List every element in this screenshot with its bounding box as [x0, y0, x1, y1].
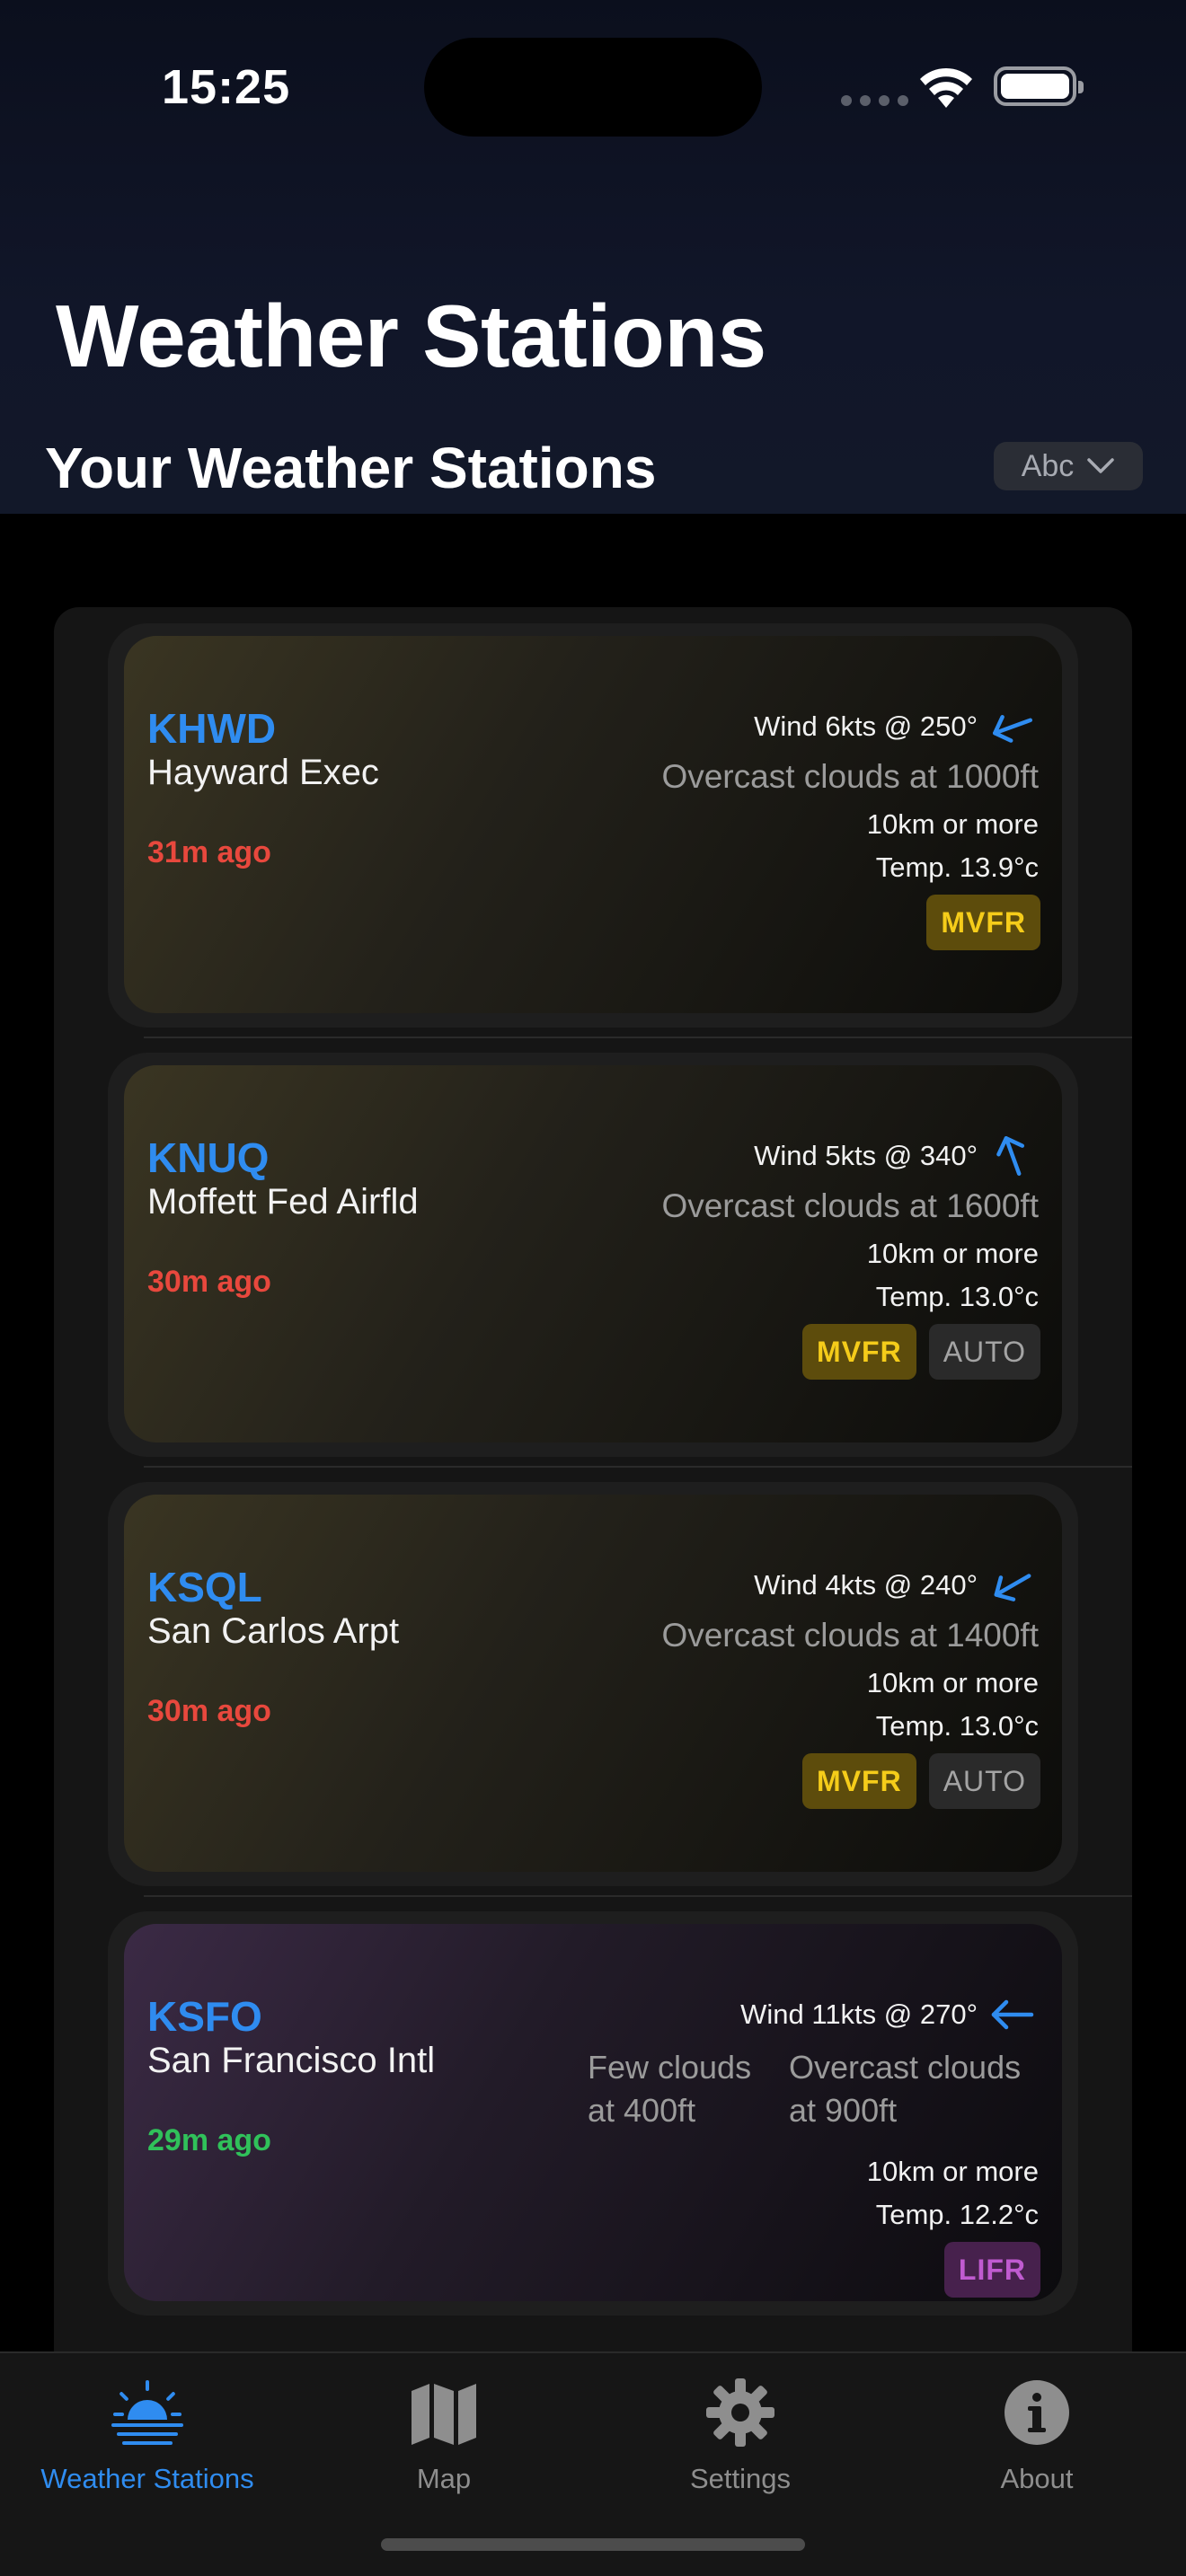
separator — [144, 1037, 1132, 1038]
home-indicator — [381, 2538, 805, 2551]
auto-badge: AUTO — [928, 1324, 1040, 1380]
separator — [144, 1466, 1132, 1468]
temperature: Temp. 12.2°c — [875, 2199, 1039, 2230]
visibility: 10km or more — [866, 1667, 1039, 1698]
tab-settings[interactable]: Settings — [606, 2375, 875, 2495]
separator — [144, 1895, 1132, 1897]
station-card-knuq[interactable]: KNUQ Moffett Fed Airfld 30m ago Wind 5kt… — [108, 1053, 1078, 1457]
wind-direction-arrow-icon — [994, 1574, 1031, 1601]
wind-info: Wind 5kts @ 340° — [754, 1134, 1035, 1178]
header: 15:25 Weather Stations Your Weather Stat… — [0, 0, 1186, 514]
cloud-layer: Overcast clouds at 1600ft — [661, 1187, 1039, 1224]
tab-label: About — [1000, 2463, 1074, 2494]
station-card-ksql[interactable]: KSQL San Carlos Arpt 30m ago Wind 4kts @… — [108, 1482, 1078, 1886]
wind-text: Wind 5kts @ 340° — [754, 1140, 978, 1171]
wind-direction-arrow-icon — [996, 1136, 1025, 1176]
observation-age: 30m ago — [147, 1694, 271, 1728]
gear-icon — [706, 2378, 774, 2447]
visibility: 10km or more — [866, 808, 1039, 840]
flight-category-badge: MVFR — [926, 895, 1040, 950]
station-name: San Francisco Intl — [147, 2041, 436, 2080]
station-card-inner: KSQL San Carlos Arpt 30m ago Wind 4kts @… — [124, 1495, 1062, 1872]
station-code: KHWD — [147, 705, 277, 752]
observation-age: 31m ago — [147, 835, 271, 869]
tab-label: Weather Stations — [40, 2463, 254, 2494]
cloud-layer: Overcast clouds at 1400ft — [661, 1617, 1039, 1654]
auto-badge: AUTO — [928, 1753, 1040, 1809]
station-code: KNUQ — [147, 1134, 270, 1181]
wind-text: Wind 6kts @ 250° — [754, 710, 978, 742]
station-name: Hayward Exec — [147, 753, 379, 792]
cloud-layer: Overcast clouds at 900ft — [789, 2049, 1022, 2129]
sort-button[interactable]: Abc — [994, 442, 1143, 490]
badges: MVFR — [926, 895, 1040, 950]
map-icon — [412, 2384, 476, 2445]
observation-age: 30m ago — [147, 1265, 271, 1299]
temperature: Temp. 13.0°c — [875, 1710, 1039, 1742]
station-card-khwd[interactable]: KHWD Hayward Exec 31m ago Wind 6kts @ 25… — [108, 623, 1078, 1028]
wifi-icon — [920, 67, 972, 108]
chevron-down-icon — [1087, 458, 1115, 473]
tab-label: Settings — [689, 2463, 791, 2494]
visibility: 10km or more — [866, 1238, 1039, 1269]
badges: MVFR AUTO — [802, 1753, 1040, 1809]
station-card-inner: KNUQ Moffett Fed Airfld 30m ago Wind 5kt… — [124, 1065, 1062, 1442]
sunrise-icon — [111, 2380, 183, 2445]
sort-label: Abc — [1021, 448, 1075, 483]
section-title: Your Weather Stations — [45, 436, 657, 500]
info-icon — [1005, 2380, 1069, 2445]
station-code: KSQL — [147, 1564, 262, 1610]
page-title: Weather Stations — [56, 287, 766, 385]
observation-age: 29m ago — [147, 2123, 271, 2157]
cloud-layer: Overcast clouds at 1000ft — [661, 758, 1039, 795]
wind-direction-arrow-icon — [991, 1999, 1034, 2030]
cellular-signal-icon — [841, 95, 908, 106]
wind-text: Wind 4kts @ 240° — [754, 1569, 978, 1601]
station-card-inner: KHWD Hayward Exec 31m ago Wind 6kts @ 25… — [124, 636, 1062, 1013]
station-name: San Carlos Arpt — [147, 1611, 400, 1651]
tab-label: Map — [416, 2463, 472, 2494]
tab-about[interactable]: About — [902, 2375, 1172, 2495]
status-time: 15:25 — [162, 60, 291, 114]
cloud-layers: Few clouds at 400ft Overcast clouds at 9… — [588, 2046, 1031, 2132]
wind-info: Wind 4kts @ 240° — [754, 1563, 1035, 1608]
temperature: Temp. 13.9°c — [875, 851, 1039, 883]
station-card-inner: KSFO San Francisco Intl 29m ago Wind 11k… — [124, 1924, 1062, 2301]
flight-category-badge: LIFR — [943, 2242, 1040, 2298]
station-code: KSFO — [147, 1993, 262, 2040]
flight-category-badge: MVFR — [802, 1324, 916, 1380]
temperature: Temp. 13.0°c — [875, 1281, 1039, 1312]
wind-direction-arrow-icon — [993, 714, 1032, 743]
station-card-ksfo[interactable]: KSFO San Francisco Intl 29m ago Wind 11k… — [108, 1911, 1078, 2316]
cloud-layer: Few clouds at 400ft — [588, 2049, 752, 2129]
battery-icon — [994, 66, 1084, 106]
station-name: Moffett Fed Airfld — [147, 1182, 419, 1222]
dynamic-island — [424, 38, 762, 137]
tab-weather-stations[interactable]: Weather Stations — [13, 2375, 282, 2495]
badges: LIFR — [943, 2242, 1040, 2298]
wind-info: Wind 11kts @ 270° — [740, 1992, 1035, 2037]
wind-text: Wind 11kts @ 270° — [740, 1998, 978, 2030]
flight-category-badge: MVFR — [802, 1753, 916, 1809]
tab-map[interactable]: Map — [309, 2375, 579, 2495]
badges: MVFR AUTO — [802, 1324, 1040, 1380]
visibility: 10km or more — [866, 2156, 1039, 2187]
wind-info: Wind 6kts @ 250° — [754, 704, 1035, 749]
